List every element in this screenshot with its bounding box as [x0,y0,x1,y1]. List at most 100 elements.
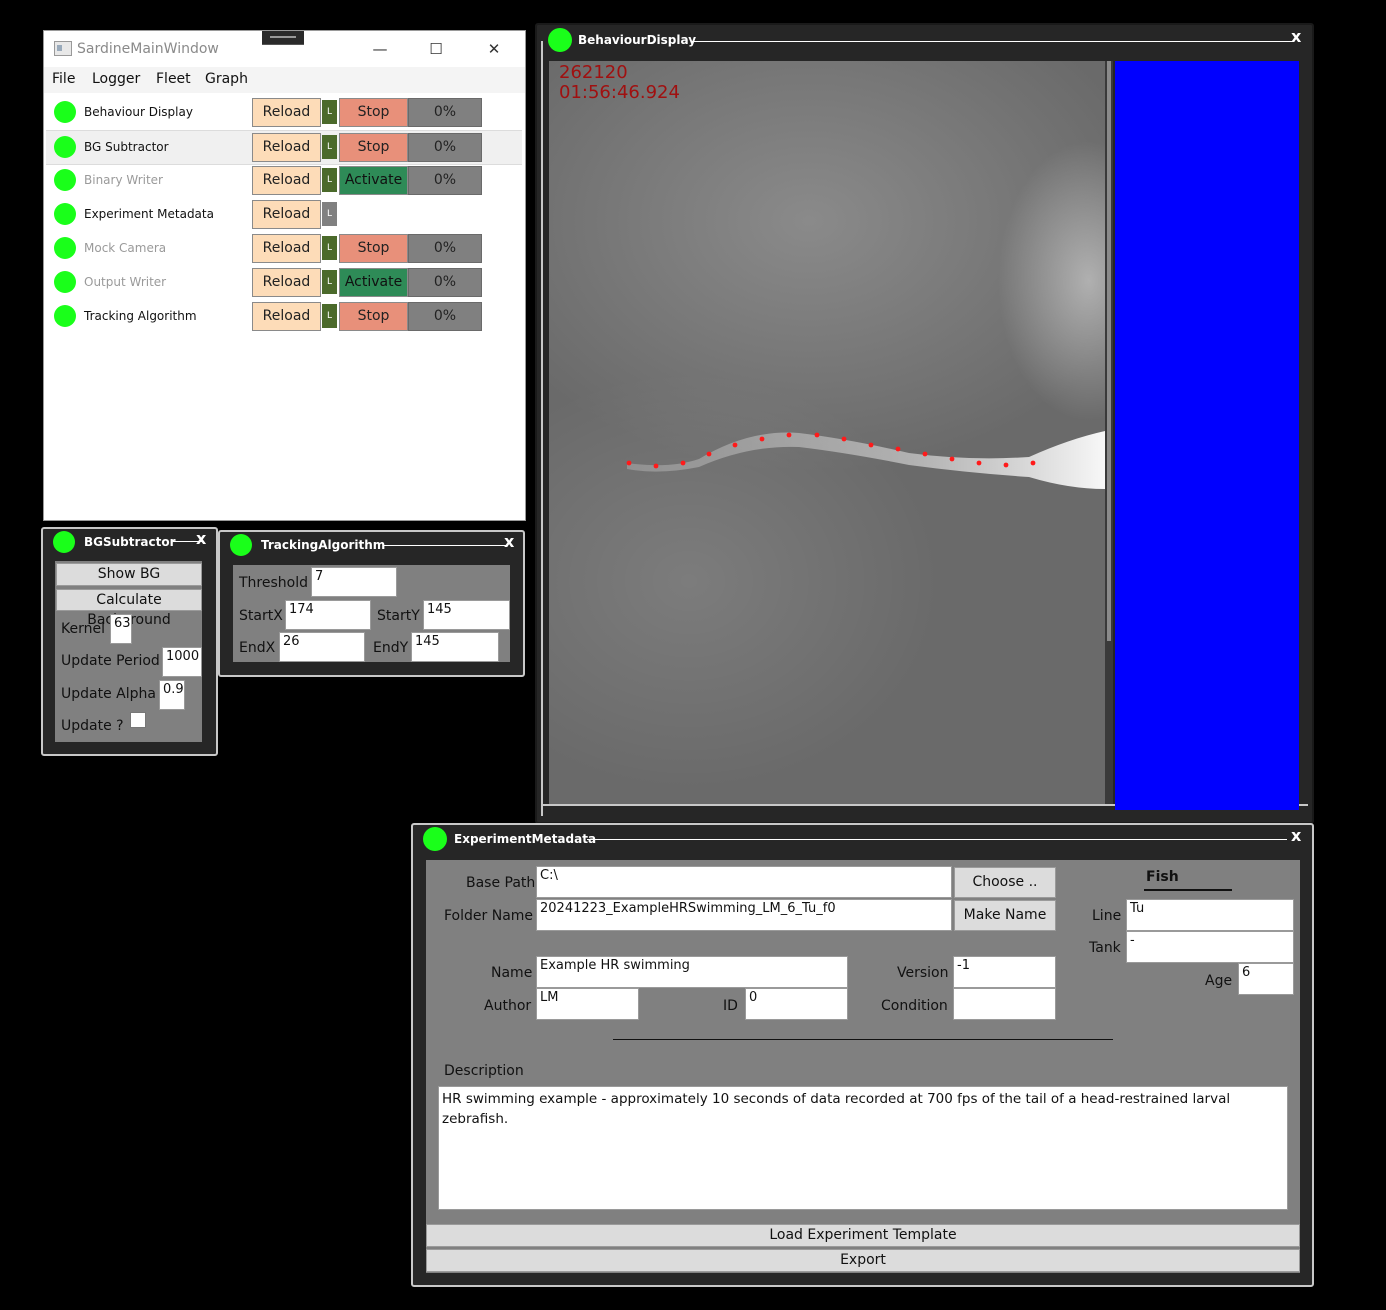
menu-bar: File Logger Fleet Graph [44,67,525,93]
name-input[interactable]: Example HR swimming [536,956,848,988]
close-icon[interactable]: x [1291,826,1301,845]
minimize-button[interactable]: — [360,37,400,61]
frame-counter: 262120 [559,62,628,83]
panel-title: TrackingAlgorithm [261,538,386,552]
starty-input[interactable]: 145 [423,600,510,630]
reload-button[interactable]: Reload [252,234,321,263]
load-experiment-template-button[interactable]: Load Experiment Template [426,1224,1300,1247]
app-icon [54,41,72,56]
frame-timestamp: 01:56:46.924 [559,82,680,103]
version-input[interactable]: -1 [953,956,1056,988]
camera-frame: 262120 01:56:46.924 [549,61,1105,804]
module-status-icon [54,203,76,225]
close-button[interactable]: ✕ [474,37,514,61]
maximize-button[interactable]: ☐ [416,37,456,61]
reload-button[interactable]: Reload [252,200,321,229]
endy-input[interactable]: 145 [411,632,499,662]
base-path-input[interactable]: C:\ [536,866,952,898]
description-input[interactable]: HR swimming example - approximately 10 s… [438,1086,1288,1210]
panel-body: Base Path C:\ Choose .. Folder Name 2024… [426,860,1300,1273]
sardine-main-window: SardineMainWindow — ☐ ✕ File Logger Flee… [43,30,526,521]
threshold-input[interactable]: 7 [311,567,397,597]
module-status-icon [54,237,76,259]
condition-input[interactable] [953,988,1056,1020]
window-title: SardineMainWindow [77,41,219,57]
bg-subtractor-panel: BGSubtractor x Show BG Calculate Backgro… [41,527,218,756]
panel-title: BehaviourDisplay [578,33,697,47]
stop-button[interactable]: Stop [339,302,408,331]
condition-label: Condition [881,998,948,1014]
close-icon[interactable]: x [504,532,514,551]
log-toggle-button[interactable]: L [322,304,337,328]
reload-button[interactable]: Reload [252,133,321,162]
module-name: Mock Camera [84,241,167,255]
module-status-icon [54,271,76,293]
section-divider [613,1039,1113,1040]
module-row[interactable]: Output Writer Reload L Activate 0% [46,266,522,299]
update-alpha-input[interactable]: 0.9 [159,680,185,710]
menu-logger[interactable]: Logger [92,71,140,87]
show-bg-button[interactable]: Show BG [56,563,202,586]
export-button[interactable]: Export [426,1249,1300,1272]
id-input[interactable]: 0 [745,988,848,1020]
kernel-label: Kernel [61,621,105,637]
kernel-input[interactable]: 63 [110,614,132,644]
menu-file[interactable]: File [52,71,75,87]
menu-graph[interactable]: Graph [205,71,248,87]
stop-button[interactable]: Stop [339,234,408,263]
close-icon[interactable]: x [196,529,206,548]
scrollbar-thumb[interactable] [1107,61,1111,641]
menu-fleet[interactable]: Fleet [156,71,191,87]
log-toggle-button[interactable]: L [322,270,337,294]
make-name-button[interactable]: Make Name [954,900,1056,931]
module-row[interactable]: BG Subtractor Reload L Stop 0% [46,130,522,165]
endx-input[interactable]: 26 [279,632,365,662]
panel-title: BGSubtractor [84,535,176,549]
module-row[interactable]: Behaviour Display Reload L Stop 0% [46,96,522,129]
startx-label: StartX [239,608,283,624]
fish-body-image [626,431,1105,489]
tank-input[interactable]: - [1126,931,1294,963]
stop-button[interactable]: Stop [339,98,408,127]
module-status-icon [54,101,76,123]
activate-button[interactable]: Activate [339,268,408,297]
author-input[interactable]: LM [536,988,639,1020]
module-name: Experiment Metadata [84,207,214,221]
update-period-input[interactable]: 1000 [162,647,202,677]
startx-input[interactable]: 174 [285,600,371,630]
update-checkbox[interactable] [130,712,146,728]
log-toggle-button[interactable]: L [322,100,337,124]
activate-button[interactable]: Activate [339,166,408,195]
reload-button[interactable]: Reload [252,166,321,195]
fish-header-underline [1144,889,1232,891]
title-divider [587,839,1287,840]
title-divider [692,41,1292,42]
reload-button[interactable]: Reload [252,268,321,297]
threshold-label: Threshold [239,575,308,591]
panel-body: Threshold 7 StartX 174 StartY 145 EndX 2… [233,565,510,662]
close-icon[interactable]: x [1291,27,1301,46]
choose-button[interactable]: Choose .. [954,867,1056,898]
log-toggle-button[interactable]: L [322,236,337,260]
endx-label: EndX [239,640,276,656]
stop-button[interactable]: Stop [339,133,408,162]
line-input[interactable]: Tu [1126,899,1294,931]
tracking-algorithm-panel: TrackingAlgorithm x Threshold 7 StartX 1… [218,530,525,677]
drag-grip-icon[interactable] [262,31,304,45]
age-input[interactable]: 6 [1238,963,1294,995]
module-name: Output Writer [84,275,167,289]
base-path-label: Base Path [466,875,536,891]
calculate-background-button[interactable]: Calculate Background [56,589,202,628]
module-row[interactable]: Mock Camera Reload L Stop 0% [46,232,522,265]
module-name: Binary Writer [84,173,163,187]
module-row[interactable]: Tracking Algorithm Reload L Stop 0% [46,300,522,333]
module-row[interactable]: Experiment Metadata Reload L [46,198,522,231]
module-row[interactable]: Binary Writer Reload L Activate 0% [46,164,522,197]
log-toggle-button[interactable]: L [322,168,337,192]
progress-indicator: 0% [408,268,482,297]
reload-button[interactable]: Reload [252,98,321,127]
folder-name-input[interactable]: 20241223_ExampleHRSwimming_LM_6_Tu_f0 [536,899,952,931]
log-toggle-button[interactable]: L [322,135,337,159]
log-toggle-button[interactable]: L [322,202,337,226]
reload-button[interactable]: Reload [252,302,321,331]
